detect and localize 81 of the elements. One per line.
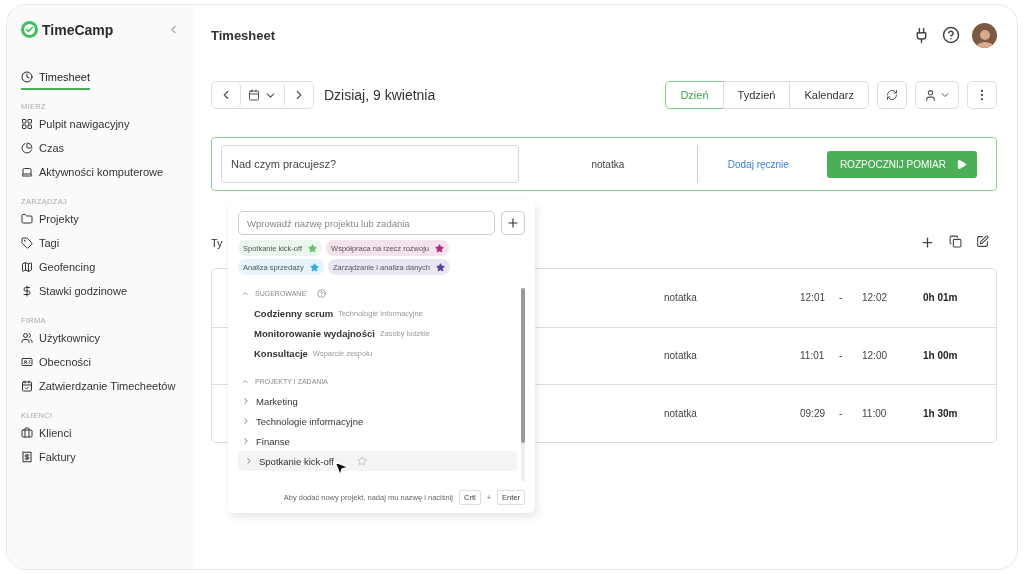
end-time: 12:00 (862, 350, 889, 362)
nav-item[interactable]: Stawki godzinowe (21, 280, 128, 304)
nav-item[interactable]: Faktury (21, 446, 76, 470)
date-label: Dzisiaj, 9 kwietnia (324, 87, 436, 103)
nav-item[interactable]: Klienci (21, 422, 72, 446)
section-label: Ty (211, 236, 223, 249)
project-label: Finanse (256, 435, 290, 447)
project-label: Technologie informacyjne (256, 415, 364, 427)
project-item[interactable]: Technologie informacyjne (238, 411, 517, 431)
dollar-icon (21, 285, 33, 297)
user-icon (923, 88, 937, 102)
edit-icon[interactable] (976, 235, 989, 248)
plus-icon (506, 216, 520, 230)
chevron-up-icon (241, 377, 250, 386)
scrollbar[interactable] (521, 288, 525, 481)
calendar-icon (248, 89, 260, 101)
project-item[interactable]: Spotkanie kick-off (238, 451, 517, 471)
help-icon[interactable] (942, 26, 960, 44)
note-cell-text: notatka (664, 407, 698, 419)
id-card-icon (21, 356, 33, 368)
receipt-icon (21, 451, 33, 463)
duration: 0h 01m (923, 292, 959, 304)
briefcase-icon (21, 427, 33, 439)
view-tab[interactable]: Tydzień (722, 81, 791, 109)
nav-item[interactable]: Geofencing (21, 256, 96, 280)
add-project-button[interactable] (501, 211, 525, 235)
pie-chart-icon (21, 142, 33, 154)
task-input[interactable]: Nad czym pracujesz? (221, 145, 519, 183)
task-name: Codzienny scrum (254, 307, 334, 319)
map-icon (21, 261, 33, 273)
logo-text: TimeCamp (42, 21, 114, 38)
page-title: Timesheet (211, 27, 276, 43)
project-label: Marketing (256, 395, 298, 407)
copy-icon[interactable] (949, 235, 962, 248)
refresh-icon (886, 89, 898, 101)
help-icon (317, 289, 327, 298)
nav-item[interactable]: Pulpit nawigacyjny (21, 113, 130, 137)
time-separator: - (839, 292, 844, 304)
nav-item[interactable]: Użytkownicy (21, 327, 101, 351)
clock-icon (21, 71, 33, 83)
play-icon (956, 158, 967, 170)
calendar-check-icon (21, 380, 33, 392)
time-separator: - (839, 350, 844, 362)
note-cell-text: notatka (664, 292, 698, 304)
project-search-field[interactable]: Wprowadź nazwę projektu lub zadania (238, 211, 495, 235)
view-tab[interactable]: Kalendarz (789, 81, 869, 109)
time-separator: - (839, 407, 844, 419)
star-outline-icon (356, 456, 367, 466)
nav-item[interactable]: Tagi (21, 232, 60, 256)
project-item[interactable]: Finanse (238, 431, 517, 451)
nav-item[interactable]: Timesheet (21, 66, 90, 90)
refresh-button[interactable] (877, 81, 907, 109)
end-time: 12:02 (862, 292, 889, 304)
grid-icon (21, 118, 33, 130)
end-time: 11:00 (862, 407, 888, 419)
start-time: 12:01 (800, 292, 827, 304)
nav-item[interactable]: Projekty (21, 208, 79, 232)
start-time: 09:29 (800, 407, 827, 419)
user-filter-button[interactable] (915, 81, 959, 109)
laptop-icon (21, 166, 33, 178)
add-icon[interactable] (920, 235, 935, 250)
note-cell-text: notatka (664, 350, 698, 362)
note-field[interactable]: notatka (519, 158, 697, 170)
chevron-up-icon (241, 289, 250, 298)
users-icon (21, 332, 33, 344)
nav-item[interactable]: Zatwierdzanie Timecheetów (21, 375, 176, 399)
start-time: 11:01 (800, 350, 826, 362)
project-item[interactable]: Marketing (238, 391, 517, 411)
avatar[interactable] (972, 22, 997, 48)
duration: 1h 00m (923, 350, 959, 362)
nav-item[interactable]: Czas (21, 137, 65, 161)
duration: 1h 30m (923, 407, 959, 419)
nav-item[interactable]: Aktywności komputerowe (21, 161, 164, 185)
task-name: Konsultacje (254, 347, 308, 359)
logo-icon (21, 21, 38, 38)
task-name: Monitorowanie wydajności (254, 327, 375, 339)
add-manually-link[interactable]: Dodaj ręcznie (727, 158, 789, 170)
project-label: Spotkanie kick-off (259, 455, 334, 467)
folder-icon (21, 213, 33, 225)
nav-item[interactable]: Obecności (21, 351, 91, 375)
tag-icon (21, 237, 33, 249)
